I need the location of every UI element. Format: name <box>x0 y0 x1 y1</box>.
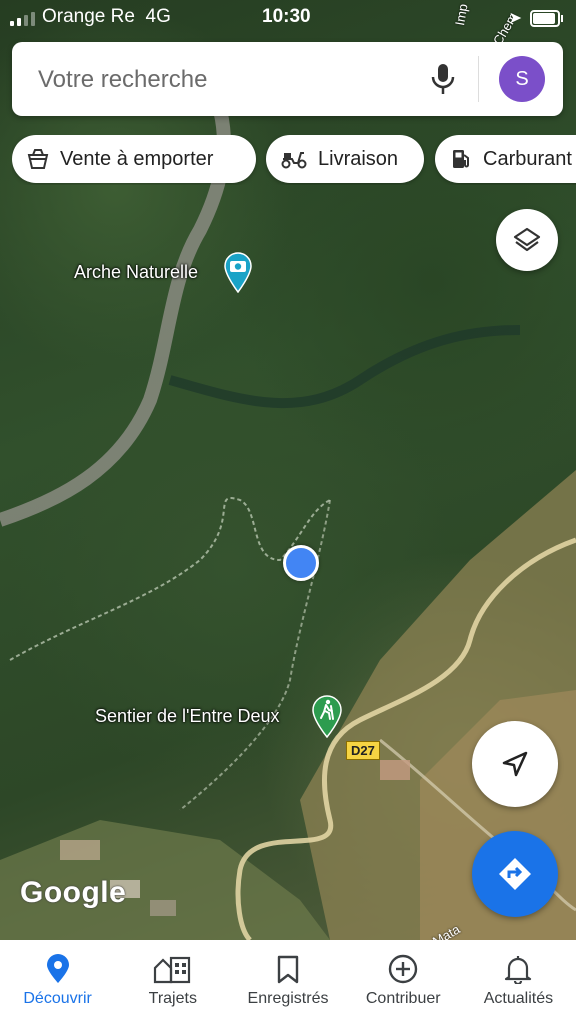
poi-label-arche-naturelle[interactable]: Arche Naturelle <box>74 262 198 283</box>
bottom-navigation: Découvrir Trajets Enregistrés Contribuer… <box>0 940 576 1024</box>
carrier-name: Orange Re 4G <box>42 6 171 27</box>
road-label-d27: D27 <box>346 741 380 760</box>
nav-actualites[interactable]: Actualités <box>461 940 576 1024</box>
chip-livraison[interactable]: Livraison <box>266 135 424 183</box>
add-circle-icon <box>389 954 418 984</box>
takeout-icon <box>27 149 49 169</box>
commute-icon <box>153 956 190 984</box>
signal-strength-icon <box>10 12 35 26</box>
nav-contribuer[interactable]: Contribuer <box>346 940 461 1024</box>
nav-decouvrir[interactable]: Découvrir <box>0 940 115 1024</box>
nav-label: Trajets <box>148 990 197 1007</box>
layers-icon <box>513 227 541 252</box>
nav-enregistres[interactable]: Enregistrés <box>230 940 345 1024</box>
clock: 10:30 <box>262 6 311 27</box>
pin-icon <box>46 954 69 983</box>
my-location-button[interactable] <box>472 721 558 807</box>
bookmark-icon <box>277 955 299 984</box>
search-bar[interactable]: Votre recherche S <box>12 42 563 116</box>
chip-label: Vente à emporter <box>60 147 214 170</box>
avatar[interactable]: S <box>499 56 545 102</box>
microphone-icon[interactable] <box>428 62 458 96</box>
current-location-dot <box>283 545 319 581</box>
chip-label: Livraison <box>318 147 399 170</box>
network-type: 4G <box>145 6 171 27</box>
nav-label: Contribuer <box>365 990 441 1007</box>
scooter-icon <box>281 152 307 169</box>
location-services-icon: ➤ <box>508 10 522 27</box>
bell-icon <box>505 956 532 984</box>
layers-button[interactable] <box>496 209 558 271</box>
navigation-arrow-icon <box>502 751 528 777</box>
nav-label: Découvrir <box>23 990 92 1007</box>
status-bar: Orange Re 4G 10:30 ➤ <box>0 0 576 34</box>
battery-icon <box>530 10 563 27</box>
poi-label-sentier[interactable]: Sentier de l'Entre Deux <box>95 706 280 727</box>
nav-trajets[interactable]: Trajets <box>115 940 230 1024</box>
google-logo: Google <box>20 876 127 909</box>
nav-label: Enregistrés <box>247 990 329 1007</box>
directions-icon <box>499 858 531 890</box>
chip-vente-a-emporter[interactable]: Vente à emporter <box>12 135 256 183</box>
fuel-icon <box>453 150 469 168</box>
directions-button[interactable] <box>472 831 558 917</box>
chip-label: Carburant <box>483 147 572 170</box>
category-chips: Vente à emporter Livraison Carburant <box>12 135 576 185</box>
chip-carburant[interactable]: Carburant <box>435 135 576 183</box>
nav-label: Actualités <box>483 990 554 1007</box>
search-input[interactable]: Votre recherche <box>38 66 207 94</box>
search-divider <box>478 56 479 102</box>
